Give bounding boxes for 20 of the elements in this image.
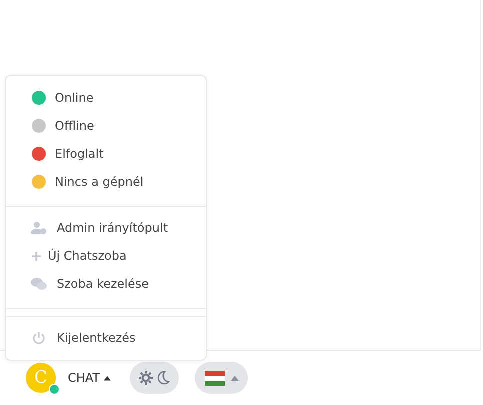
- plus-icon: [31, 250, 42, 262]
- moon-icon: [156, 371, 170, 385]
- status-option[interactable]: Offline: [6, 112, 206, 140]
- language-selector[interactable]: [195, 362, 248, 394]
- users-icon: [31, 221, 47, 235]
- menu-item[interactable]: Admin irányítópult: [6, 214, 206, 242]
- status-option[interactable]: Elfoglalt: [6, 140, 206, 168]
- caret-icon: [230, 376, 239, 380]
- chat-icon: [31, 277, 47, 291]
- power-icon: [31, 331, 47, 345]
- caret-icon: [104, 376, 112, 380]
- theme-toggle[interactable]: [130, 362, 180, 394]
- logout-item[interactable]: Kijelentkezés: [6, 324, 206, 352]
- user-menu-button[interactable]: CHAT: [56, 371, 112, 385]
- flag-icon: [204, 370, 225, 386]
- status-option[interactable]: Nincs a gépnél: [6, 168, 206, 196]
- sun-icon: [139, 371, 154, 385]
- menu-item[interactable]: Szoba kezelése: [6, 270, 206, 298]
- status-option[interactable]: Online: [6, 84, 206, 112]
- menu-item[interactable]: Új Chatszoba: [6, 242, 206, 270]
